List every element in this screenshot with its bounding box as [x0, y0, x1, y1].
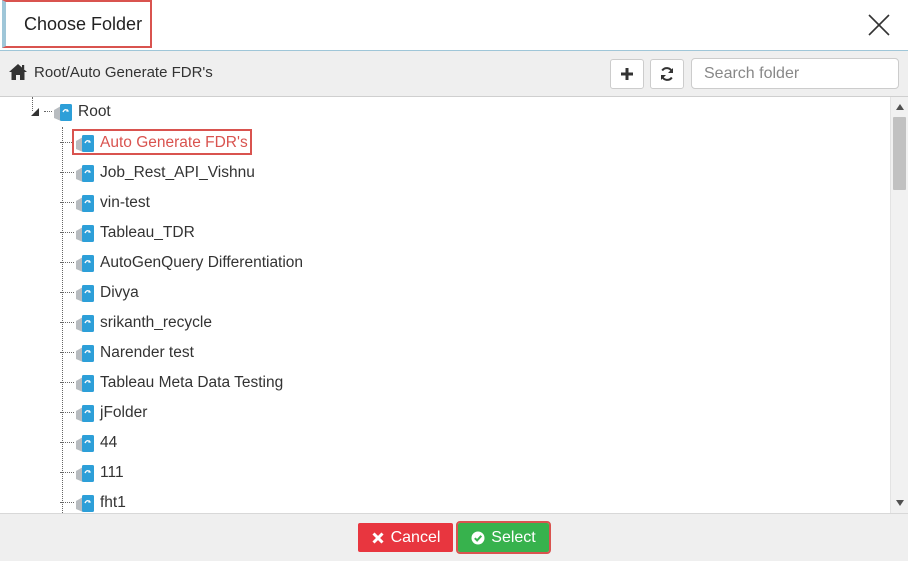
- tree-folder-label: Job_Rest_API_Vishnu: [100, 164, 255, 181]
- choose-folder-dialog: Choose Folder Root/Auto Generate FDR's S…: [0, 0, 908, 561]
- tree-connector: [60, 292, 74, 294]
- tree-folder-label: 44: [100, 434, 118, 451]
- tree-folder-item[interactable]: Tableau_TDR: [60, 221, 195, 245]
- caret-up-icon: [895, 104, 904, 110]
- folder-icon: [76, 405, 94, 422]
- folder-icon: [76, 315, 94, 332]
- folder-icon: [76, 465, 94, 482]
- folder-tree: Root Auto Generate FDR's Job_Rest_API_Vis…: [0, 97, 908, 513]
- close-icon: [868, 14, 890, 36]
- tree-root-node[interactable]: Root: [30, 101, 111, 123]
- tree-folder-label: fht1: [100, 494, 126, 511]
- cancel-button[interactable]: Cancel: [358, 523, 453, 552]
- select-label: Select: [491, 528, 536, 546]
- tree-folder-item[interactable]: Tableau Meta Data Testing: [60, 371, 283, 395]
- breadcrumb: Root/Auto Generate FDR's: [8, 63, 213, 81]
- refresh-button[interactable]: [650, 59, 684, 89]
- tree-connector: [60, 382, 74, 384]
- tree-folder-item[interactable]: Job_Rest_API_Vishnu: [60, 161, 255, 185]
- tree-folder-item[interactable]: Divya: [60, 281, 139, 305]
- add-folder-button[interactable]: [610, 59, 644, 89]
- refresh-icon: [661, 67, 673, 81]
- tree-connector: [60, 412, 74, 414]
- folder-icon: [76, 255, 94, 272]
- home-icon[interactable]: [8, 63, 28, 81]
- expand-toggle-icon[interactable]: [30, 107, 40, 117]
- dialog-footer: Cancel Select: [0, 513, 908, 561]
- dialog-header: Choose Folder: [0, 0, 908, 51]
- tree-connector: [60, 232, 74, 234]
- scroll-down-arrow[interactable]: [891, 495, 908, 511]
- tree-connector: [60, 472, 74, 474]
- tree-connector: [60, 262, 74, 264]
- tree-connector: [60, 142, 74, 144]
- folder-icon: [76, 165, 94, 182]
- scroll-thumb[interactable]: [893, 117, 906, 190]
- tree-folder-label: jFolder: [100, 404, 148, 421]
- tree-folder-item[interactable]: vin-test: [60, 191, 150, 215]
- tree-scrollbar[interactable]: [890, 97, 908, 513]
- check-circle-icon: [471, 531, 485, 544]
- folder-icon: [76, 285, 94, 302]
- tree-folder-item[interactable]: Narender test: [60, 341, 194, 365]
- folder-icon: [76, 225, 94, 242]
- folder-icon: [54, 104, 72, 121]
- tree-folder-item[interactable]: fht1: [60, 491, 126, 513]
- tree-folder-label: 111: [100, 464, 124, 481]
- tree-folder-item[interactable]: srikanth_recycle: [60, 311, 212, 335]
- folder-icon: [76, 495, 94, 512]
- folder-icon: [76, 135, 94, 152]
- scroll-up-arrow[interactable]: [891, 99, 908, 115]
- tree-connector: [60, 442, 74, 444]
- tree-connector: [60, 172, 74, 174]
- tree-folder-label: Narender test: [100, 344, 194, 361]
- caret-down-icon: [895, 500, 904, 506]
- tree-folder-label: Tableau_TDR: [100, 224, 195, 241]
- plus-icon: [621, 68, 633, 80]
- tree-folder-label: AutoGenQuery Differentiation: [100, 254, 304, 271]
- tree-folder-item[interactable]: 44: [60, 431, 117, 455]
- folder-icon: [76, 195, 94, 212]
- folder-icon: [76, 375, 94, 392]
- tree-folder-item[interactable]: 111: [60, 461, 124, 485]
- folder-icon: [76, 345, 94, 362]
- tree-connector: [60, 202, 74, 204]
- dialog-title: Choose Folder: [2, 0, 152, 48]
- times-icon: [372, 531, 384, 544]
- tree-connector: [60, 322, 74, 324]
- tree-connector: [60, 502, 74, 504]
- close-button[interactable]: [866, 12, 892, 38]
- cancel-label: Cancel: [390, 528, 441, 546]
- tree-folder-item[interactable]: jFolder: [60, 401, 147, 425]
- tree-folder-item[interactable]: AutoGenQuery Differentiation: [60, 251, 303, 275]
- tree-connector: [60, 352, 74, 354]
- breadcrumb-path: Root/Auto Generate FDR's: [34, 63, 213, 81]
- folder-icon: [76, 435, 94, 452]
- tree-folder-label: vin-test: [100, 194, 150, 211]
- tree-folder-label: Divya: [100, 284, 139, 301]
- tree-folder-item[interactable]: Auto Generate FDR's: [60, 129, 252, 155]
- tree-folder-label: Auto Generate FDR's: [100, 134, 248, 151]
- search-folder-input[interactable]: [691, 58, 899, 89]
- tree-folder-label: srikanth_recycle: [100, 314, 212, 331]
- tree-folder-label: Tableau Meta Data Testing: [100, 374, 284, 391]
- tree-connector: [44, 111, 52, 113]
- folder-toolbar: Root/Auto Generate FDR's: [0, 51, 908, 97]
- select-button[interactable]: Select: [456, 521, 551, 554]
- tree-root-label: Root: [78, 103, 111, 120]
